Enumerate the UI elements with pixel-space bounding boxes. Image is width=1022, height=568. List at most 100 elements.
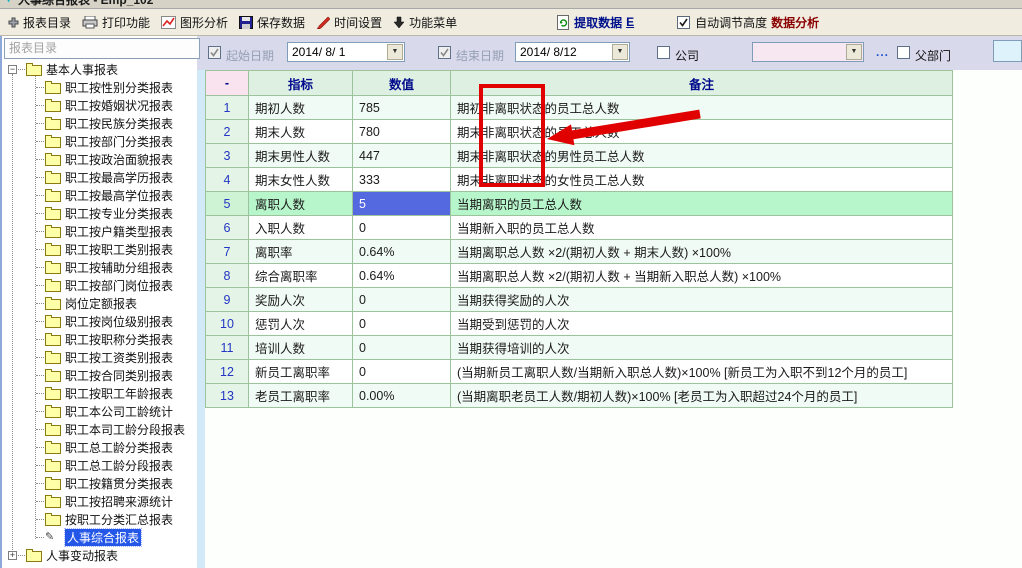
tree-item[interactable]: 职工按工资类别报表: [2, 348, 197, 366]
value-cell[interactable]: 0.00%: [353, 384, 451, 408]
indicator-cell[interactable]: 入职人数: [249, 216, 353, 240]
tree-item[interactable]: 职工总工龄分段报表: [2, 456, 197, 474]
remark-cell[interactable]: 当期离职总人数 ×2/(期初人数 + 当期新入职总人数) ×100%: [451, 264, 953, 288]
row-number-cell[interactable]: 7: [206, 240, 249, 264]
indicator-cell[interactable]: 培训人数: [249, 336, 353, 360]
tree-item[interactable]: 职工按专业分类报表: [2, 204, 197, 222]
chevron-down-icon[interactable]: ▼: [387, 44, 403, 60]
value-cell[interactable]: 333: [353, 168, 451, 192]
indicator-cell[interactable]: 离职率: [249, 240, 353, 264]
indicator-cell[interactable]: 新员工离职率: [249, 360, 353, 384]
tree-item[interactable]: 职工按职工类别报表: [2, 240, 197, 258]
company-checkbox[interactable]: [657, 46, 670, 59]
auto-height-toggle[interactable]: 自动调节高度: [677, 14, 767, 31]
row-number-cell[interactable]: 10: [206, 312, 249, 336]
time-settings-button[interactable]: 时间设置: [316, 14, 382, 31]
indicator-cell[interactable]: 惩罚人次: [249, 312, 353, 336]
tree-item[interactable]: 职工按最高学历报表: [2, 168, 197, 186]
tree-item[interactable]: 职工总工龄分类报表: [2, 438, 197, 456]
remark-cell[interactable]: 当期离职总人数 ×2/(期初人数 + 期末人数) ×100%: [451, 240, 953, 264]
chart-analysis-button[interactable]: 图形分析: [161, 14, 228, 31]
browse-ellipsis-button[interactable]: ...: [876, 45, 889, 59]
data-analysis-label[interactable]: 数据分析: [771, 14, 819, 31]
indicator-cell[interactable]: 期末人数: [249, 120, 353, 144]
remark-cell[interactable]: (当期离职老员工人数/期初人数)×100% [老员工为入职超过24个月的员工]: [451, 384, 953, 408]
row-number-cell[interactable]: 13: [206, 384, 249, 408]
chevron-down-icon[interactable]: ▼: [846, 44, 862, 60]
splitter[interactable]: [197, 70, 205, 568]
row-number-cell[interactable]: 8: [206, 264, 249, 288]
value-cell[interactable]: 0: [353, 216, 451, 240]
indicator-cell[interactable]: 期末男性人数: [249, 144, 353, 168]
tree-item[interactable]: 职工本司工龄分段报表: [2, 420, 197, 438]
indicator-cell[interactable]: 综合离职率: [249, 264, 353, 288]
tree-expander[interactable]: −: [8, 65, 17, 74]
indicator-cell[interactable]: 期末女性人数: [249, 168, 353, 192]
remark-cell[interactable]: 当期离职的员工总人数: [451, 192, 953, 216]
report-catalog-button[interactable]: 报表目录: [8, 14, 71, 31]
indicator-cell[interactable]: 老员工离职率: [249, 384, 353, 408]
row-number-cell[interactable]: 6: [206, 216, 249, 240]
tree-item[interactable]: 职工本公司工龄统计: [2, 402, 197, 420]
value-cell[interactable]: 0.64%: [353, 240, 451, 264]
start-date-checkbox[interactable]: [208, 46, 221, 59]
value-cell[interactable]: 5: [353, 192, 451, 216]
tree-item[interactable]: 岗位定额报表: [2, 294, 197, 312]
company-combo[interactable]: ▼: [752, 42, 864, 62]
extract-data-button[interactable]: 提取数据E: [556, 14, 634, 31]
tree-expander[interactable]: +: [8, 551, 17, 560]
tree-item[interactable]: 职工按部门分类报表: [2, 132, 197, 150]
tree-item[interactable]: 职工按职工年龄报表: [2, 384, 197, 402]
tree-item[interactable]: 职工按辅助分组报表: [2, 258, 197, 276]
row-number-cell[interactable]: 4: [206, 168, 249, 192]
tree-item[interactable]: 职工按岗位级别报表: [2, 312, 197, 330]
tree-item[interactable]: 按职工分类汇总报表: [2, 510, 197, 528]
tree-item[interactable]: 职工按部门岗位报表: [2, 276, 197, 294]
row-number-cell[interactable]: 9: [206, 288, 249, 312]
tree-item[interactable]: − 基本人事报表: [2, 60, 197, 78]
auto-height-checkbox[interactable]: [677, 16, 690, 29]
value-cell[interactable]: 785: [353, 96, 451, 120]
value-cell[interactable]: 0: [353, 360, 451, 384]
start-date-combo[interactable]: 2014/ 8/ 1 ▼: [287, 42, 405, 62]
remark-cell[interactable]: 当期受到惩罚的人次: [451, 312, 953, 336]
value-cell[interactable]: 447: [353, 144, 451, 168]
value-cell[interactable]: 780: [353, 120, 451, 144]
tree-item[interactable]: ✎ 人事综合报表: [2, 528, 197, 546]
indicator-cell[interactable]: 离职人数: [249, 192, 353, 216]
end-date-checkbox[interactable]: [438, 46, 451, 59]
indicator-cell[interactable]: 期初人数: [249, 96, 353, 120]
tree-item[interactable]: + 人事变动报表: [2, 546, 197, 564]
tree-item[interactable]: 职工按政治面貌报表: [2, 150, 197, 168]
remark-cell[interactable]: 当期获得奖励的人次: [451, 288, 953, 312]
row-number-cell[interactable]: 3: [206, 144, 249, 168]
tree-item[interactable]: 职工按籍贯分类报表: [2, 474, 197, 492]
remark-cell[interactable]: 当期新入职的员工总人数: [451, 216, 953, 240]
tree-item[interactable]: 职工按职称分类报表: [2, 330, 197, 348]
tree-item[interactable]: 职工按民族分类报表: [2, 114, 197, 132]
tree-item[interactable]: 职工按招聘来源统计: [2, 492, 197, 510]
tree-item[interactable]: 职工按合同类别报表: [2, 366, 197, 384]
row-number-cell[interactable]: 1: [206, 96, 249, 120]
save-data-button[interactable]: 保存数据: [239, 14, 305, 31]
tree-item[interactable]: 职工按户籍类型报表: [2, 222, 197, 240]
function-menu-button[interactable]: 功能菜单: [393, 14, 457, 31]
row-number-cell[interactable]: 12: [206, 360, 249, 384]
indicator-cell[interactable]: 奖励人次: [249, 288, 353, 312]
parent-dept-checkbox[interactable]: [897, 46, 910, 59]
row-number-cell[interactable]: 2: [206, 120, 249, 144]
row-number-cell[interactable]: 5: [206, 192, 249, 216]
remark-cell[interactable]: 当期获得培训的人次: [451, 336, 953, 360]
value-cell[interactable]: 0: [353, 312, 451, 336]
value-cell[interactable]: 0: [353, 288, 451, 312]
remark-cell[interactable]: (当期新员工离职人数/当期新入职总人数)×100% [新员工为入职不到12个月的…: [451, 360, 953, 384]
end-date-combo[interactable]: 2014/ 8/12 ▼: [515, 42, 630, 62]
row-number-cell[interactable]: 11: [206, 336, 249, 360]
tree-item[interactable]: 职工按最高学位报表: [2, 186, 197, 204]
parent-dept-field[interactable]: [993, 40, 1022, 62]
chevron-down-icon[interactable]: ▼: [612, 44, 628, 60]
print-button[interactable]: 打印功能: [82, 14, 150, 31]
value-cell[interactable]: 0.64%: [353, 264, 451, 288]
value-cell[interactable]: 0: [353, 336, 451, 360]
tree-item[interactable]: 职工按婚姻状况报表: [2, 96, 197, 114]
